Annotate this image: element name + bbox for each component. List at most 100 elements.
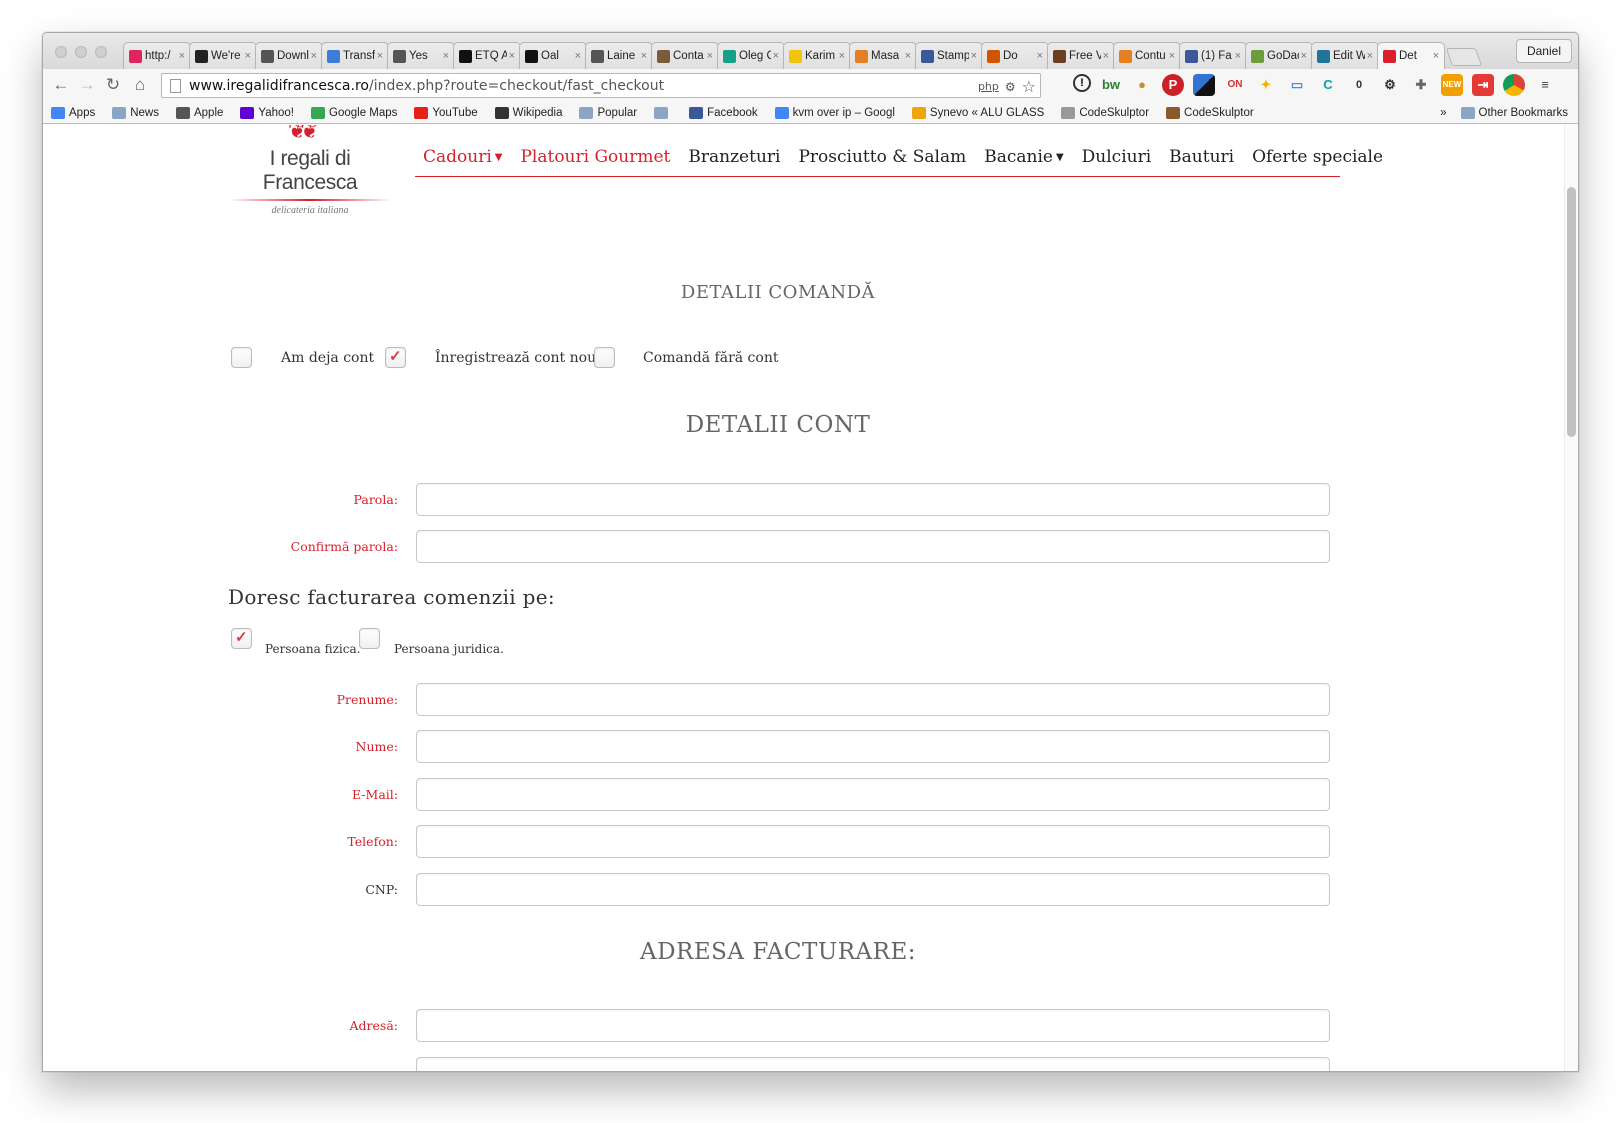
bookmark-item[interactable] (654, 106, 672, 119)
window-extension-icon[interactable]: ▭ (1286, 74, 1308, 96)
close-tab-icon[interactable]: × (641, 50, 647, 62)
bookmark-item[interactable]: Synevo « ALU GLASS (911, 106, 1044, 119)
scrollbar-thumb[interactable] (1567, 187, 1576, 437)
checkbox-guest-checkout[interactable] (594, 347, 615, 368)
close-tab-icon[interactable]: × (1103, 50, 1109, 62)
close-tab-icon[interactable]: × (575, 50, 581, 62)
browser-tab[interactable]: ETQ A × (453, 42, 521, 69)
text-field[interactable] (416, 873, 1330, 906)
nav-item[interactable]: Cadouri ▼ (423, 147, 502, 167)
bookmark-item[interactable]: Apps (51, 106, 95, 119)
reload-icon[interactable]: ↻ (103, 75, 123, 95)
close-tab-icon[interactable]: × (1037, 50, 1043, 62)
forward-arrow-icon[interactable]: → (77, 75, 97, 95)
info-extension-icon[interactable]: ! (1073, 74, 1091, 92)
browser-tab[interactable]: Transf × (321, 42, 389, 69)
bookmark-item[interactable]: Popular (579, 106, 637, 119)
browser-tab[interactable]: Free V × (1047, 42, 1115, 69)
browser-tab[interactable]: http:/ × (123, 42, 191, 69)
browser-tab[interactable]: Karim × (783, 42, 851, 69)
close-tab-icon[interactable]: × (1235, 50, 1241, 62)
pinterest-icon[interactable]: P (1162, 74, 1184, 96)
close-tab-icon[interactable]: × (311, 50, 317, 62)
checkbox-company[interactable] (359, 628, 380, 649)
close-tab-icon[interactable]: × (1301, 50, 1307, 62)
other-bookmarks[interactable]: Other Bookmarks (1479, 107, 1568, 119)
bookmark-item[interactable]: Facebook (689, 106, 758, 119)
text-field[interactable] (416, 825, 1330, 858)
browser-tab[interactable]: Laine × (585, 42, 653, 69)
bookmark-star-icon[interactable]: ☆ (1022, 77, 1036, 96)
back-arrow-icon[interactable]: ← (51, 75, 71, 95)
confirm-password-field[interactable] (416, 530, 1330, 563)
close-tab-icon[interactable]: × (905, 50, 911, 62)
bw-extension-icon[interactable]: bw (1100, 74, 1122, 96)
lightbulb-extension-icon[interactable]: ✦ (1255, 74, 1277, 96)
nav-item[interactable]: Oferte speciale (1252, 147, 1383, 167)
close-tab-icon[interactable]: × (707, 50, 713, 62)
browser-tab[interactable]: Oal × (519, 42, 587, 69)
browser-tab[interactable]: GoDac× (1245, 42, 1313, 69)
bookmark-item[interactable]: CodeSkulptor (1166, 106, 1254, 119)
address-bar[interactable]: www.iregalidifrancesca.ro/index.php?rout… (161, 73, 1041, 98)
address-field[interactable] (416, 1009, 1330, 1042)
bookmark-item[interactable]: Google Maps (311, 106, 397, 119)
browser-tab[interactable]: Masa × (849, 42, 917, 69)
puzzle-extension-icon[interactable]: ✚ (1410, 74, 1432, 96)
bookmark-item[interactable]: Apple (175, 106, 223, 119)
browser-tab[interactable]: Contu × (1113, 42, 1181, 69)
close-tab-icon[interactable]: × (1433, 50, 1439, 62)
bookmark-item[interactable]: News (112, 106, 159, 119)
nav-item[interactable]: Dulciuri (1082, 147, 1152, 167)
browser-tab[interactable]: Downl × (255, 42, 323, 69)
browser-tab[interactable]: Conta × (651, 42, 719, 69)
delicious-icon[interactable] (1193, 74, 1215, 96)
browser-tab[interactable]: (1) Fa × (1179, 42, 1247, 69)
close-tab-icon[interactable]: × (839, 50, 845, 62)
nav-item[interactable]: Prosciutto & Salam (798, 147, 966, 167)
new-extension-icon[interactable]: NEW (1441, 74, 1463, 96)
download-count-icon[interactable]: 0 (1348, 74, 1370, 96)
browser-tab[interactable]: Edit W × (1311, 42, 1379, 69)
bookmarks-overflow-icon[interactable]: » (1440, 107, 1446, 119)
menu-icon[interactable]: ≡ (1534, 74, 1556, 96)
checkbox-individual[interactable]: ✓ (231, 628, 252, 649)
nav-item[interactable]: Bacanie ▼ (984, 147, 1063, 167)
zoom-window-button[interactable] (95, 46, 107, 58)
home-icon[interactable]: ⌂ (130, 75, 150, 95)
nav-item[interactable]: Platouri Gourmet (520, 147, 670, 167)
exit-extension-icon[interactable]: ⇥ (1472, 74, 1494, 96)
close-tab-icon[interactable]: × (179, 50, 185, 62)
close-window-button[interactable] (55, 46, 67, 58)
minimize-window-button[interactable] (75, 46, 87, 58)
close-tab-icon[interactable]: × (245, 50, 251, 62)
browser-tab[interactable]: Det × (1377, 42, 1445, 69)
cookie-extension-icon[interactable]: ● (1131, 74, 1153, 96)
site-logo[interactable]: ❦❦ I regali di Francesca delicateria ita… (228, 125, 392, 216)
settings-gear-icon[interactable]: ⚙ (1379, 74, 1401, 96)
checkbox-register-account[interactable]: ✓ (385, 347, 406, 368)
stats-on-extension-icon[interactable]: ON (1224, 74, 1246, 96)
bookmark-item[interactable]: YouTube (414, 106, 478, 119)
close-tab-icon[interactable]: × (377, 50, 383, 62)
c-extension-icon[interactable]: C (1317, 74, 1339, 96)
close-tab-icon[interactable]: × (971, 50, 977, 62)
text-field[interactable] (416, 683, 1330, 716)
php-badge-icon[interactable]: php (978, 80, 999, 93)
puzzle-gear-icon[interactable]: ⚙ (1005, 80, 1016, 94)
text-field[interactable] (416, 778, 1330, 811)
profile-button[interactable]: Daniel (1515, 39, 1572, 63)
browser-tab[interactable]: Stamp × (915, 42, 983, 69)
checkbox-existing-account[interactable] (231, 347, 252, 368)
browser-tab[interactable]: We're × (189, 42, 257, 69)
bookmark-item[interactable]: Wikipedia (494, 106, 562, 119)
new-tab-button[interactable] (1445, 48, 1483, 66)
chrome-extension-icon[interactable] (1503, 74, 1525, 96)
nav-item[interactable]: Bauturi (1169, 147, 1234, 167)
password-field[interactable] (416, 483, 1330, 516)
browser-tab[interactable]: Oleg C× (717, 42, 785, 69)
bookmark-item[interactable]: Yahoo! (240, 106, 294, 119)
bookmark-item[interactable]: CodeSkulptor (1061, 106, 1149, 119)
browser-tab[interactable]: Yes × (387, 42, 455, 69)
close-tab-icon[interactable]: × (509, 50, 515, 62)
